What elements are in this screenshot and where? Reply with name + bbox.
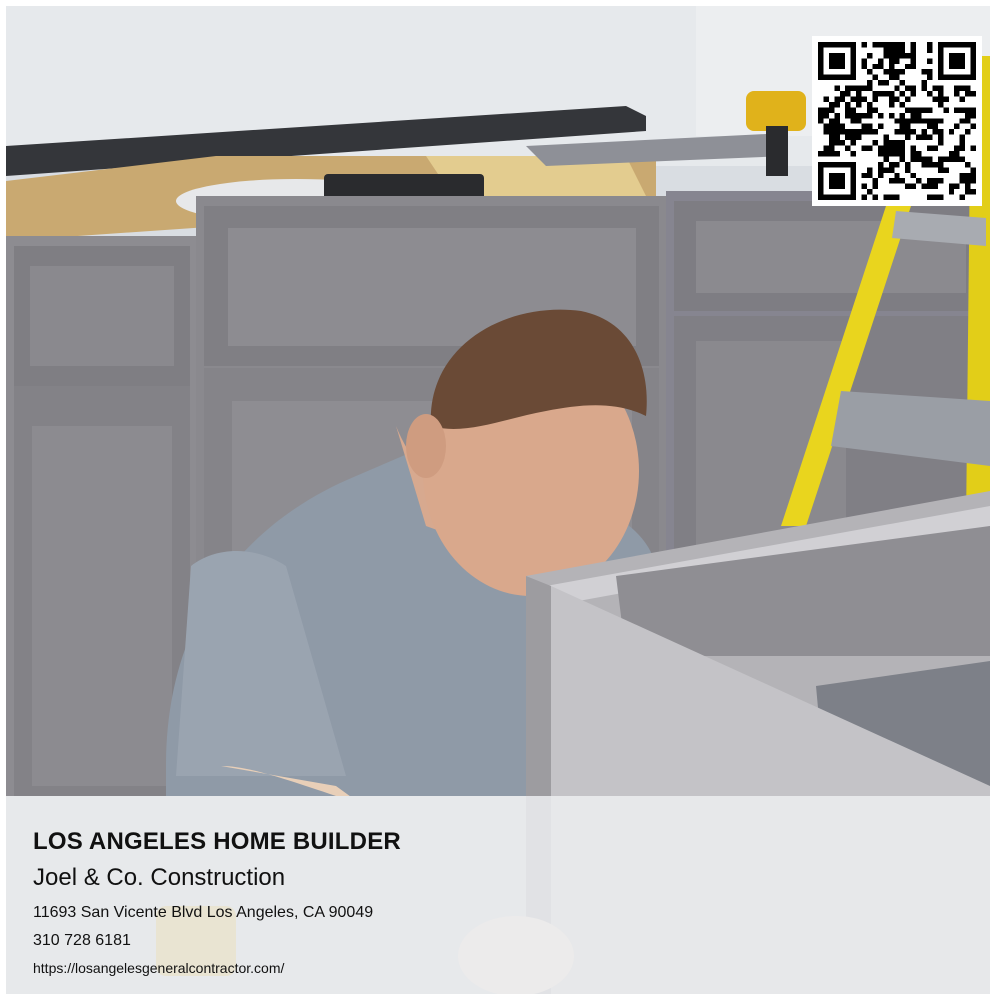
qr-code[interactable]	[812, 36, 982, 206]
contact-block: LOS ANGELES HOME BUILDER Joel & Co. Cons…	[33, 826, 633, 978]
company-name: Joel & Co. Construction	[33, 864, 286, 891]
address: 11693 San Vicente Blvd Los Angeles, CA 9…	[33, 904, 374, 921]
headline: LOS ANGELES HOME BUILDER	[33, 828, 401, 855]
qr-code-icon	[818, 42, 976, 200]
website-link[interactable]: https://losangelesgeneralcontractor.com/	[33, 958, 633, 978]
phone-number[interactable]: 310 728 6181	[33, 930, 633, 952]
ad-frame: LOS ANGELES HOME BUILDER Joel & Co. Cons…	[6, 6, 990, 994]
